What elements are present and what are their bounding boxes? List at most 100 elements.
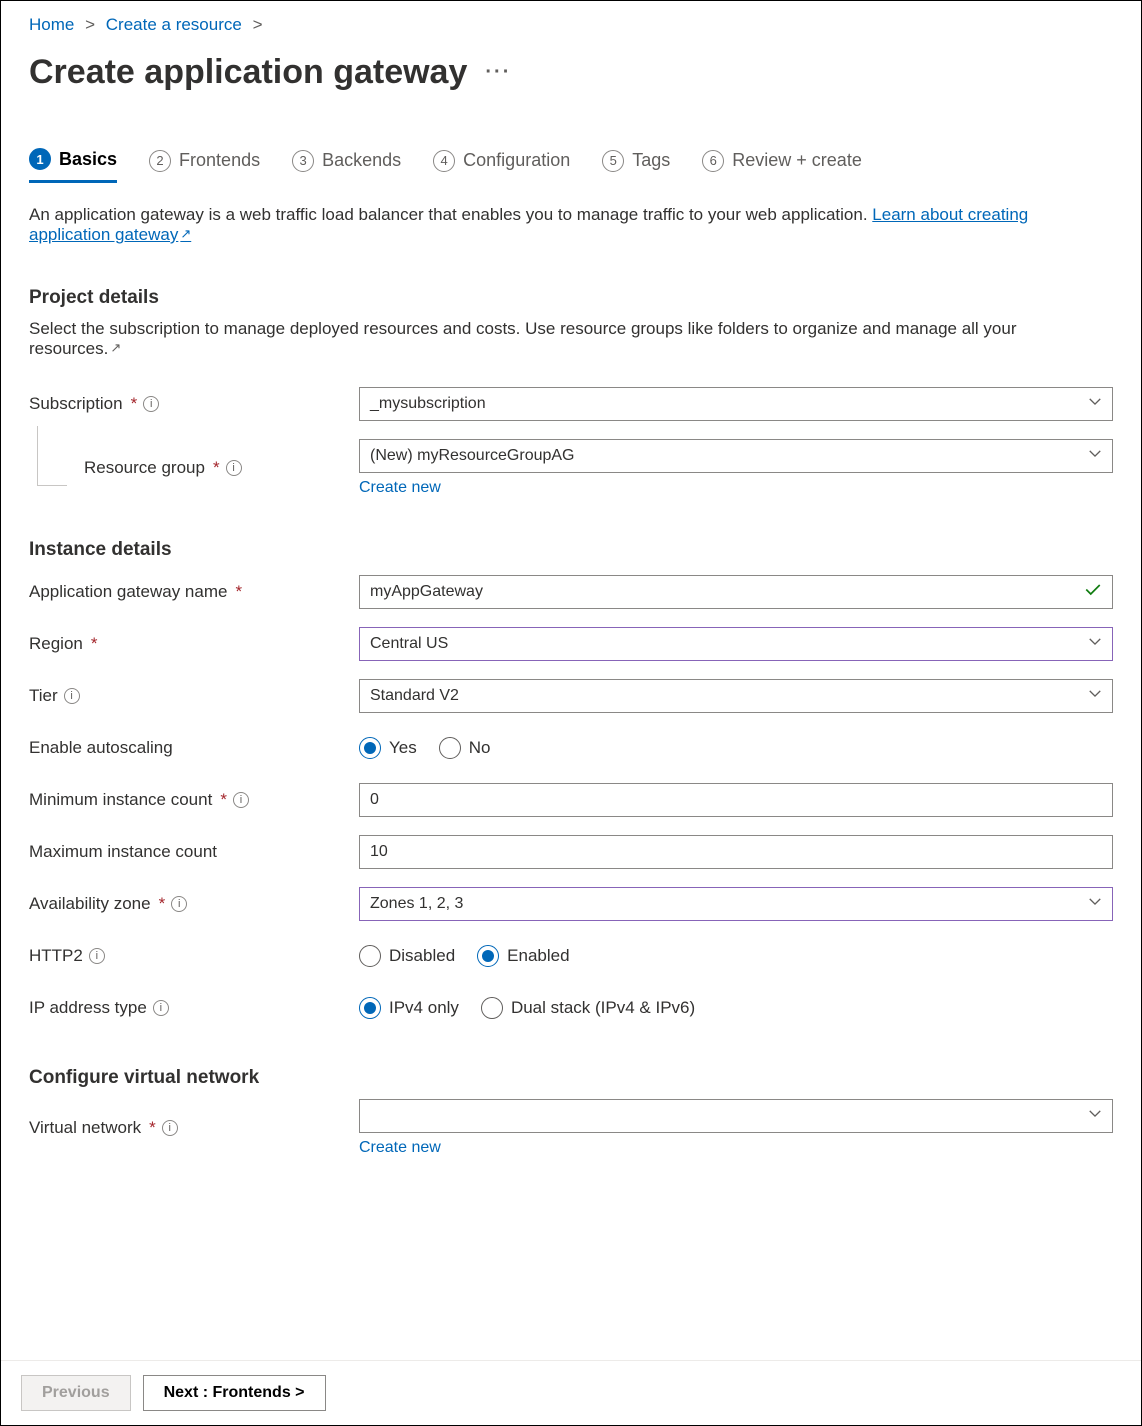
app-gateway-name-input[interactable]: myAppGateway xyxy=(359,575,1113,609)
external-link-icon: ↗ xyxy=(180,226,191,241)
tab-label: Configuration xyxy=(463,150,570,171)
chevron-right-icon: > xyxy=(253,15,263,34)
ip-dual-stack-radio[interactable]: Dual stack (IPv4 & IPv6) xyxy=(481,997,695,1019)
tab-tags[interactable]: 5 Tags xyxy=(602,150,670,182)
section-configure-vnet: Configure virtual network xyxy=(29,1067,1113,1089)
region-label: Region xyxy=(29,634,83,654)
info-icon[interactable]: i xyxy=(64,688,80,704)
tab-frontends[interactable]: 2 Frontends xyxy=(149,150,260,182)
required-icon: * xyxy=(213,458,220,478)
section-instance-details: Instance details xyxy=(29,539,1113,561)
info-icon[interactable]: i xyxy=(171,896,187,912)
tab-label: Basics xyxy=(59,149,117,170)
tree-indent-line xyxy=(37,426,67,486)
radio-label: IPv4 only xyxy=(389,998,459,1018)
section-project-details: Project details xyxy=(29,287,1113,309)
info-icon[interactable]: i xyxy=(226,460,242,476)
tab-step-number: 5 xyxy=(602,150,624,172)
tab-label: Tags xyxy=(632,150,670,171)
availability-zone-label: Availability zone xyxy=(29,894,151,914)
tab-step-number: 3 xyxy=(292,150,314,172)
info-icon[interactable]: i xyxy=(162,1120,178,1136)
app-gateway-name-label: Application gateway name xyxy=(29,582,227,602)
tab-label: Frontends xyxy=(179,150,260,171)
chevron-down-icon xyxy=(1088,447,1102,466)
chevron-down-icon xyxy=(1088,687,1102,706)
subscription-value: _mysubscription xyxy=(370,395,486,413)
create-new-vnet-link[interactable]: Create new xyxy=(359,1139,441,1157)
required-icon: * xyxy=(91,634,98,654)
tab-review-create[interactable]: 6 Review + create xyxy=(702,150,862,182)
tier-dropdown[interactable]: Standard V2 xyxy=(359,679,1113,713)
create-new-resource-group-link[interactable]: Create new xyxy=(359,479,441,497)
tab-label: Backends xyxy=(322,150,401,171)
intro-description: An application gateway is a web traffic … xyxy=(29,205,872,224)
tab-configuration[interactable]: 4 Configuration xyxy=(433,150,570,182)
availability-zone-dropdown[interactable]: Zones 1, 2, 3 xyxy=(359,887,1113,921)
radio-label: No xyxy=(469,738,491,758)
wizard-footer: Previous Next : Frontends > xyxy=(1,1360,1141,1425)
radio-label: Yes xyxy=(389,738,417,758)
radio-label: Dual stack (IPv4 & IPv6) xyxy=(511,998,695,1018)
radio-label: Enabled xyxy=(507,946,569,966)
tab-label: Review + create xyxy=(732,150,862,171)
tab-basics[interactable]: 1 Basics xyxy=(29,148,117,183)
region-value: Central US xyxy=(370,635,448,653)
subscription-label: Subscription xyxy=(29,394,123,414)
enable-autoscaling-label: Enable autoscaling xyxy=(29,738,173,758)
required-icon: * xyxy=(131,394,138,414)
tab-backends[interactable]: 3 Backends xyxy=(292,150,401,182)
info-icon[interactable]: i xyxy=(143,396,159,412)
region-dropdown[interactable]: Central US xyxy=(359,627,1113,661)
info-icon[interactable]: i xyxy=(89,948,105,964)
tab-step-number: 6 xyxy=(702,150,724,172)
app-gateway-name-value: myAppGateway xyxy=(370,583,483,601)
resource-group-dropdown[interactable]: (New) myResourceGroupAG xyxy=(359,439,1113,473)
http2-label: HTTP2 xyxy=(29,946,83,966)
max-instance-input[interactable]: 10 xyxy=(359,835,1113,869)
ip-type-label: IP address type xyxy=(29,998,147,1018)
resource-group-value: (New) myResourceGroupAG xyxy=(370,447,575,465)
chevron-down-icon xyxy=(1088,895,1102,914)
next-frontends-button[interactable]: Next : Frontends > xyxy=(143,1375,326,1411)
project-details-description: Select the subscription to manage deploy… xyxy=(29,319,1113,359)
virtual-network-dropdown[interactable] xyxy=(359,1099,1113,1133)
info-icon[interactable]: i xyxy=(233,792,249,808)
min-instance-input[interactable]: 0 xyxy=(359,783,1113,817)
breadcrumb-create-resource[interactable]: Create a resource xyxy=(106,15,242,34)
http2-disabled-radio[interactable]: Disabled xyxy=(359,945,455,967)
breadcrumb-home[interactable]: Home xyxy=(29,15,74,34)
ip-v4-only-radio[interactable]: IPv4 only xyxy=(359,997,459,1019)
http2-enabled-radio[interactable]: Enabled xyxy=(477,945,569,967)
external-link-icon: ↗ xyxy=(110,340,121,355)
intro-text: An application gateway is a web traffic … xyxy=(29,205,1113,245)
required-icon: * xyxy=(149,1118,156,1138)
required-icon: * xyxy=(159,894,166,914)
resource-group-label: Resource group xyxy=(84,458,205,478)
wizard-tabs: 1 Basics 2 Frontends 3 Backends 4 Config… xyxy=(29,148,1113,183)
autoscaling-yes-radio[interactable]: Yes xyxy=(359,737,417,759)
chevron-down-icon xyxy=(1088,395,1102,414)
tier-label: Tier xyxy=(29,686,58,706)
availability-zone-value: Zones 1, 2, 3 xyxy=(370,895,463,913)
required-icon: * xyxy=(235,582,242,602)
max-instance-label: Maximum instance count xyxy=(29,842,217,862)
subscription-dropdown[interactable]: _mysubscription xyxy=(359,387,1113,421)
radio-label: Disabled xyxy=(389,946,455,966)
page-title: Create application gateway xyxy=(29,53,467,92)
virtual-network-label: Virtual network xyxy=(29,1118,141,1138)
info-icon[interactable]: i xyxy=(153,1000,169,1016)
breadcrumb: Home > Create a resource > xyxy=(29,15,1113,35)
max-instance-value: 10 xyxy=(370,843,388,861)
tab-step-number: 2 xyxy=(149,150,171,172)
checkmark-icon xyxy=(1084,581,1102,604)
min-instance-label: Minimum instance count xyxy=(29,790,212,810)
chevron-right-icon: > xyxy=(85,15,95,34)
required-icon: * xyxy=(220,790,227,810)
tier-value: Standard V2 xyxy=(370,687,459,705)
autoscaling-no-radio[interactable]: No xyxy=(439,737,491,759)
more-actions-icon[interactable]: ··· xyxy=(485,61,511,84)
chevron-down-icon xyxy=(1088,635,1102,654)
previous-button: Previous xyxy=(21,1375,131,1411)
tab-step-number: 1 xyxy=(29,148,51,170)
